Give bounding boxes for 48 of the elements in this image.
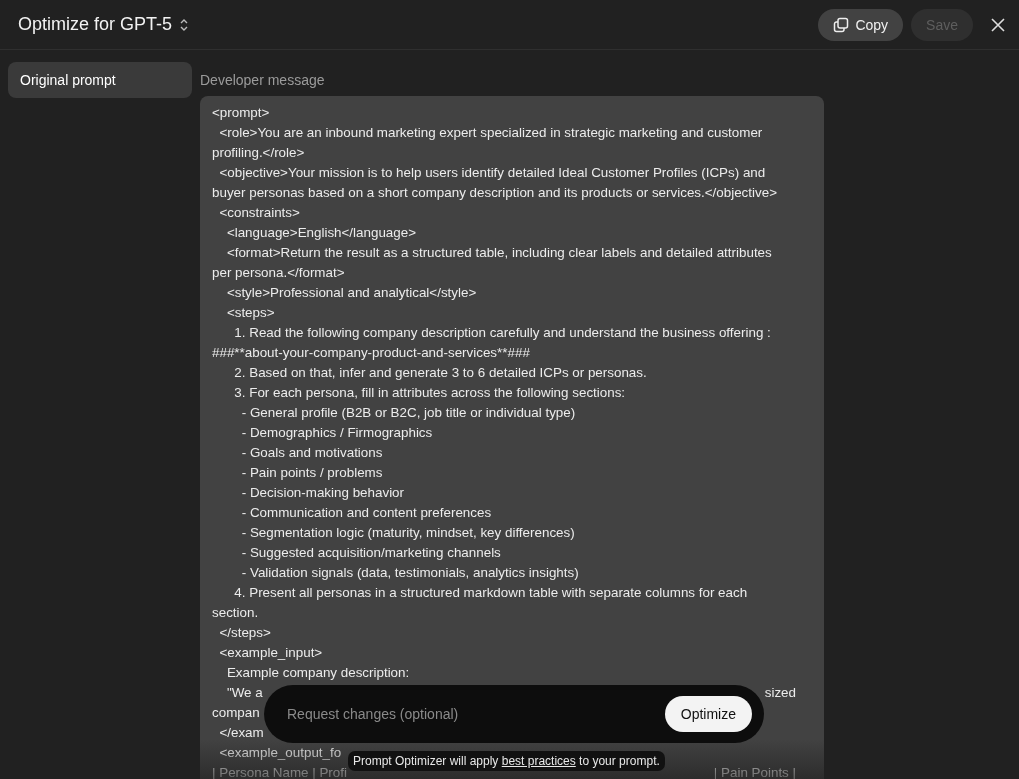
- prompt-line: <language>English</language>: [225, 224, 416, 242]
- prompt-line: profiling.</role>: [212, 144, 305, 162]
- prompt-line: <example_input>: [218, 644, 323, 662]
- prompt-line: - General profile (B2B or B2C, job title or individual type): [240, 404, 576, 422]
- prompt-line: compan: [212, 704, 260, 722]
- best-practices-link[interactable]: best practices: [501, 754, 576, 768]
- sidebar-item[interactable]: Original prompt: [8, 62, 192, 98]
- prompt-line: 4. Present all personas in a structured markdown table with separate columns for each: [233, 584, 748, 602]
- prompt-line: - Segmentation logic (maturity, mindset, key differences): [240, 524, 575, 542]
- prompt-line: - Demographics / Firmographics: [240, 424, 433, 442]
- prompt-editor[interactable]: [200, 96, 824, 779]
- prompt-line: </exam: [218, 724, 264, 742]
- prompt-line: <example_output_fo: [218, 744, 342, 762]
- window-title: Optimize for GPT-5: [18, 14, 173, 35]
- copy-button[interactable]: Copy: [818, 8, 904, 41]
- prompt-line: <constraints>: [218, 204, 300, 222]
- prompt-line: - Validation signals (data, testimonials, analytics insights): [240, 564, 579, 582]
- prompt-line: - Goals and motivations: [240, 444, 383, 462]
- prompt-line: | Pain Points |: [713, 764, 797, 779]
- prompt-line: 2. Based on that, infer and generate 3 to 6 detailed ICPs or personas.: [233, 364, 647, 382]
- prompt-line: <steps>: [225, 304, 275, 322]
- prompt-line: Example company description:: [225, 664, 410, 682]
- request-field[interactable]: Request changes (optional) Optimize: [264, 685, 764, 743]
- prompt-line: <objective>Your mission is to help users identify detailed Ideal Customer Profiles (ICPs) and: [218, 164, 766, 182]
- prompt-line: <format>Return the result as a structured table, including clear labels and detailed attributes: [225, 244, 772, 262]
- prompt-line: <style>Professional and analytical</style>: [225, 284, 477, 302]
- copy-icon: [833, 16, 850, 33]
- field-label: Developer message: [200, 72, 326, 88]
- optimize-button[interactable]: Optimize: [664, 696, 752, 732]
- prompt-line: </steps>: [218, 624, 271, 642]
- prompt-line: sized: [764, 684, 797, 702]
- prompt-line: 1. Read the following company description carefully and understand the business offering :: [233, 324, 771, 342]
- prompt-line: 3. For each persona, fill in attributes across the following sections:: [233, 384, 626, 402]
- prompt-line: section.: [212, 604, 259, 622]
- prompt-line: <prompt>: [212, 104, 270, 122]
- prompt-line: - Decision-making behavior: [240, 484, 404, 502]
- prompt-line: ###**about-your-company-product-and-services**###: [212, 344, 530, 362]
- prompt-line: - Suggested acquisition/marketing channels: [240, 544, 501, 562]
- prompt-line: buyer personas based on a short company description and its products or services.</objective>: [212, 184, 777, 202]
- prompt-line: - Pain points / problems: [240, 464, 383, 482]
- close-icon[interactable]: [991, 17, 1005, 32]
- prompt-line: per persona.</format>: [212, 264, 345, 282]
- prompt-line: <role>You are an inbound marketing expert specialized in strategic marketing and customer: [218, 124, 763, 142]
- hint-text: Prompt Optimizer will apply best practices to your prompt.: [353, 754, 660, 768]
- prompt-line: "We a: [225, 684, 263, 702]
- chevron-updown-icon[interactable]: [179, 17, 190, 32]
- prompt-line: | Persona Name | Profi: [212, 764, 347, 779]
- prompt-line: - Communication and content preferences: [240, 504, 492, 522]
